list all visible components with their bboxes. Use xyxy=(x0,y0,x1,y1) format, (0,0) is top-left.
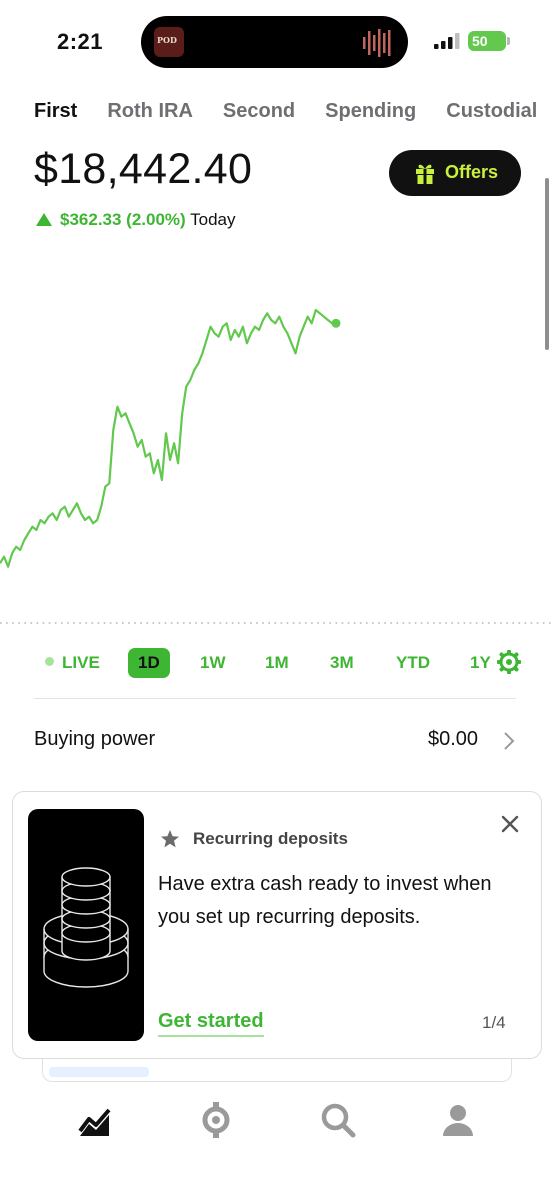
recurring-deposits-card[interactable]: Recurring deposits Have extra cash ready… xyxy=(12,791,542,1059)
chevron-right-icon[interactable] xyxy=(502,731,516,751)
battery-icon: 50 xyxy=(468,31,506,51)
status-bar: 2:21 POD 50 xyxy=(0,0,554,80)
card-body: Have extra cash ready to invest when you… xyxy=(158,873,492,928)
range-1w[interactable]: 1W xyxy=(200,648,226,678)
coin-stack-icon xyxy=(43,867,129,988)
offers-label: Offers xyxy=(445,162,499,182)
battery-level: 50 xyxy=(472,33,488,49)
range-ytd[interactable]: YTD xyxy=(396,648,430,678)
close-icon[interactable] xyxy=(500,814,520,834)
portfolio-value: $18,442.40 xyxy=(34,145,253,193)
up-arrow-icon xyxy=(36,213,52,226)
daily-change-period: Today xyxy=(190,210,236,229)
account-tabs: First Roth IRA Second Spending Custodial xyxy=(34,100,554,123)
tab-spending[interactable]: Spending xyxy=(325,100,416,123)
daily-change: $362.33 (2.00%) Today xyxy=(36,210,236,230)
cellular-signal-icon xyxy=(434,33,460,49)
portfolio-chart[interactable] xyxy=(0,240,554,630)
range-selector: LIVE 1D 1W 1M 3M YTD 1Y xyxy=(0,648,554,678)
gift-icon xyxy=(416,164,434,184)
get-started-link[interactable]: Get started xyxy=(158,1010,264,1037)
chart-series-line xyxy=(0,308,336,568)
investing-icon[interactable] xyxy=(75,1100,115,1140)
tab-second[interactable]: Second xyxy=(223,100,295,123)
range-1d[interactable]: 1D xyxy=(128,648,170,678)
tab-roth-ira[interactable]: Roth IRA xyxy=(107,100,193,123)
chart-settings-gear-icon[interactable] xyxy=(497,650,521,674)
star-icon xyxy=(161,830,179,848)
tab-first[interactable]: First xyxy=(34,100,77,123)
search-icon[interactable] xyxy=(318,1100,358,1140)
dynamic-island[interactable]: POD xyxy=(141,16,408,68)
range-live[interactable]: LIVE xyxy=(62,648,100,678)
bottom-navigation xyxy=(0,1100,554,1200)
tab-custodial[interactable]: Custodial xyxy=(446,100,537,123)
daily-change-amount: $362.33 (2.00%) xyxy=(60,210,186,229)
coin-stack-illustration xyxy=(28,809,144,1041)
status-time: 2:21 xyxy=(57,29,104,54)
offers-button[interactable]: Offers xyxy=(389,150,521,196)
range-1y[interactable]: 1Y xyxy=(470,648,491,678)
account-icon[interactable] xyxy=(438,1100,478,1140)
chart-current-point xyxy=(331,318,341,328)
card-pagination: 1/4 xyxy=(482,1013,506,1032)
buying-power-label[interactable]: Buying power xyxy=(34,728,155,751)
now-playing-artwork: POD xyxy=(154,27,184,57)
divider xyxy=(34,698,516,699)
crypto-icon[interactable] xyxy=(196,1100,236,1140)
audio-waveform-icon xyxy=(363,29,391,57)
card-title: Recurring deposits xyxy=(193,829,348,848)
buying-power-value[interactable]: $0.00 xyxy=(428,728,478,751)
range-1m[interactable]: 1M xyxy=(265,648,289,678)
battery-tip xyxy=(507,37,510,45)
range-3m[interactable]: 3M xyxy=(330,648,354,678)
